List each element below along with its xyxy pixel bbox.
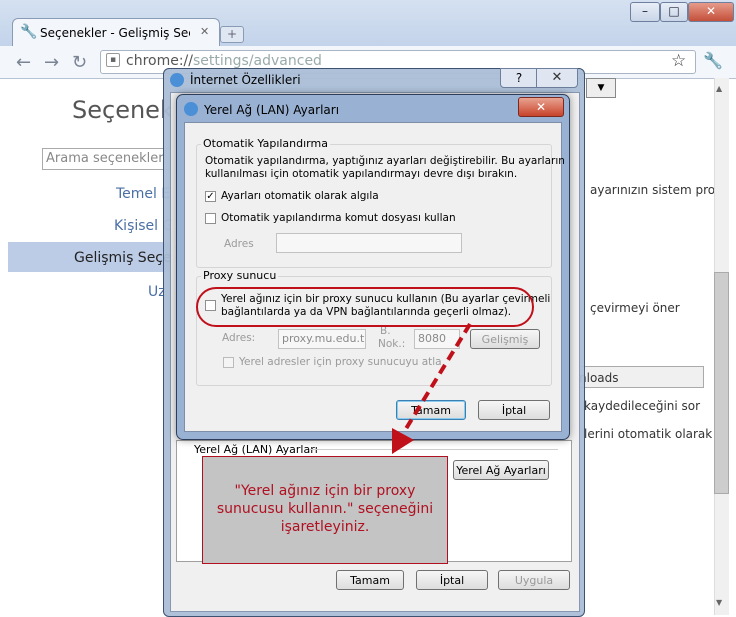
- callout-text: "Yerel ağınız için bir proxy sunucusu ku…: [216, 483, 434, 535]
